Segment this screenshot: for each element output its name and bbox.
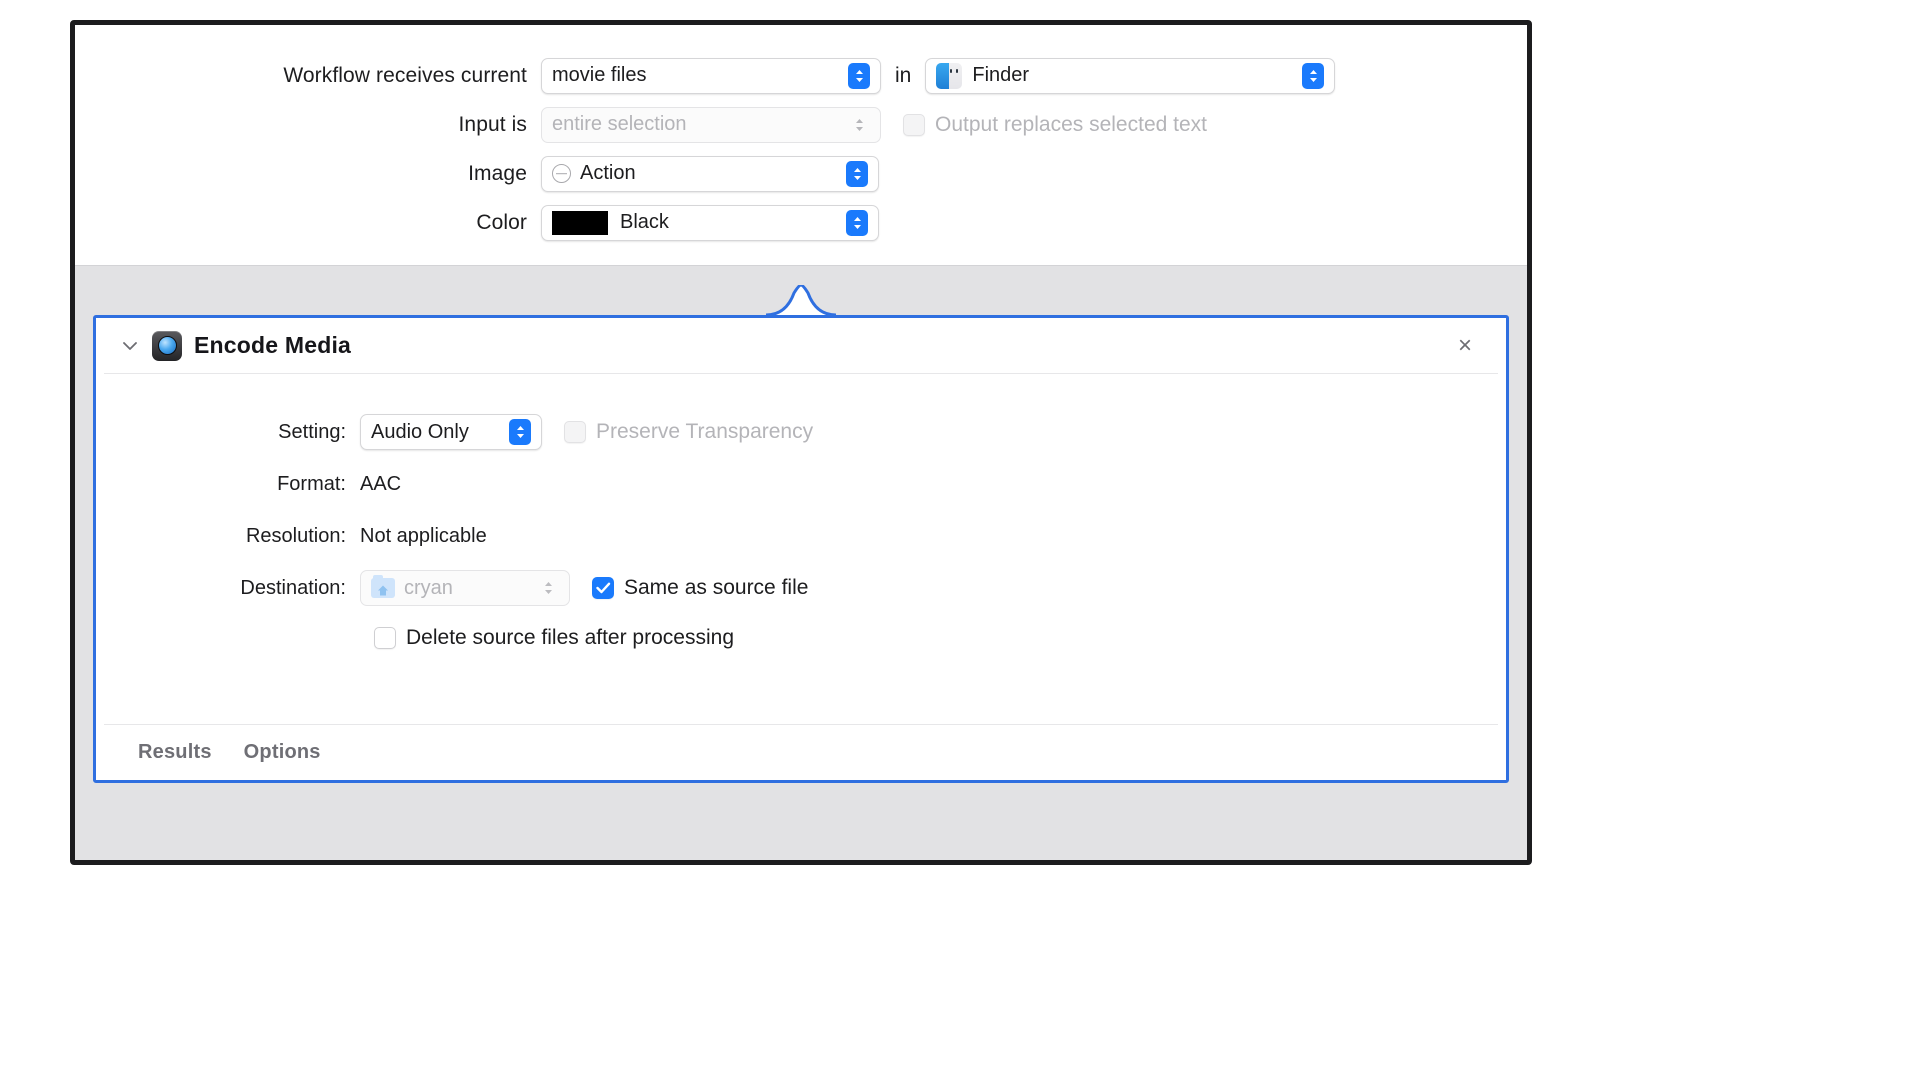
action-stage: Encode Media × Setting: Audio Only Prese… [75,315,1527,820]
workflow-receives-value: movie files [552,64,647,86]
chevron-updown-icon[interactable] [846,209,868,236]
chevron-down-icon[interactable] [120,336,140,356]
setting-label: Setting: [278,420,346,443]
color-select[interactable]: Black [541,204,879,241]
setting-row: Setting: Audio Only Preserve Transparenc… [96,408,1506,456]
delete-source-checkbox[interactable] [374,627,396,649]
options-button[interactable]: Options [244,741,321,764]
destination-value: cryan [404,576,453,599]
workflow-app-value: Finder [972,64,1030,86]
destination-label: Destination: [240,576,346,599]
resolution-value: Not applicable [360,524,487,547]
results-button[interactable]: Results [138,741,212,764]
input-is-select[interactable]: entire selection [541,106,881,143]
same-as-source-checkbox-wrap[interactable]: Same as source file [592,576,808,600]
setting-value: Audio Only [371,420,469,443]
workflow-receives-label: Workflow receives current [283,63,527,87]
in-word: in [895,63,912,87]
output-replaces-checkbox-wrap[interactable]: Output replaces selected text [903,113,1207,137]
format-value: AAC [360,472,402,495]
action-footer: Results Options [104,724,1498,780]
image-value: Action [580,162,636,184]
image-row: Image Action [75,149,1527,198]
encode-media-action-card[interactable]: Encode Media × Setting: Audio Only Prese… [93,315,1509,783]
home-folder-icon [371,575,395,598]
finder-icon [936,62,963,89]
chevron-updown-icon[interactable] [848,62,870,89]
color-swatch [552,210,608,235]
action-body: Setting: Audio Only Preserve Transparenc… [96,374,1506,724]
image-select[interactable]: Action [541,155,879,192]
input-is-row: Input is entire selection Output replace… [75,100,1527,149]
workflow-config-panel: Workflow receives current movie files in [75,25,1527,265]
workflow-empty-area [75,820,1527,860]
chevron-updown-icon[interactable] [537,575,559,601]
preserve-transparency-checkbox[interactable] [564,421,586,443]
delete-source-label: Delete source files after processing [406,626,734,649]
workflow-separator-band [75,265,1527,315]
destination-select[interactable]: cryan [360,570,570,606]
format-row: Format: AAC [96,460,1506,508]
same-as-source-label: Same as source file [624,576,809,599]
action-title: Encode Media [194,332,352,358]
preserve-transparency-checkbox-wrap[interactable]: Preserve Transparency [564,420,813,444]
destination-row: Destination: cryan Same as source file [96,564,1506,612]
workflow-app-select[interactable]: Finder [925,57,1336,94]
output-replaces-checkbox[interactable] [903,113,925,136]
preserve-transparency-label: Preserve Transparency [596,420,814,443]
action-header: Encode Media × [104,318,1498,374]
chevron-updown-icon[interactable] [509,419,531,445]
color-value: Black [620,211,669,233]
workflow-receives-select[interactable]: movie files [541,57,881,94]
image-label: Image [468,161,527,185]
quicktime-icon [152,330,182,361]
chevron-updown-icon[interactable] [848,112,870,138]
chevron-updown-icon[interactable] [1302,62,1325,89]
action-connector-notch [766,285,836,315]
setting-select[interactable]: Audio Only [360,414,542,450]
resolution-label: Resolution: [245,524,346,547]
input-is-value: entire selection [552,113,687,135]
workflow-receives-row: Workflow receives current movie files in [75,51,1527,100]
input-is-label: Input is [458,112,527,136]
close-icon[interactable]: × [1452,330,1478,362]
resolution-row: Resolution: Not applicable [96,512,1506,560]
delete-source-row[interactable]: Delete source files after processing [96,616,1506,660]
screen-root: Workflow receives current movie files in [0,0,1920,1080]
output-replaces-label: Output replaces selected text [935,112,1207,136]
format-label: Format: [277,472,346,495]
color-label: Color [476,210,527,234]
automator-window: Workflow receives current movie files in [70,20,1532,865]
chevron-updown-icon[interactable] [846,160,868,187]
circle-minus-icon [552,164,571,183]
color-row: Color Black [75,198,1527,247]
same-as-source-checkbox[interactable] [592,577,614,599]
